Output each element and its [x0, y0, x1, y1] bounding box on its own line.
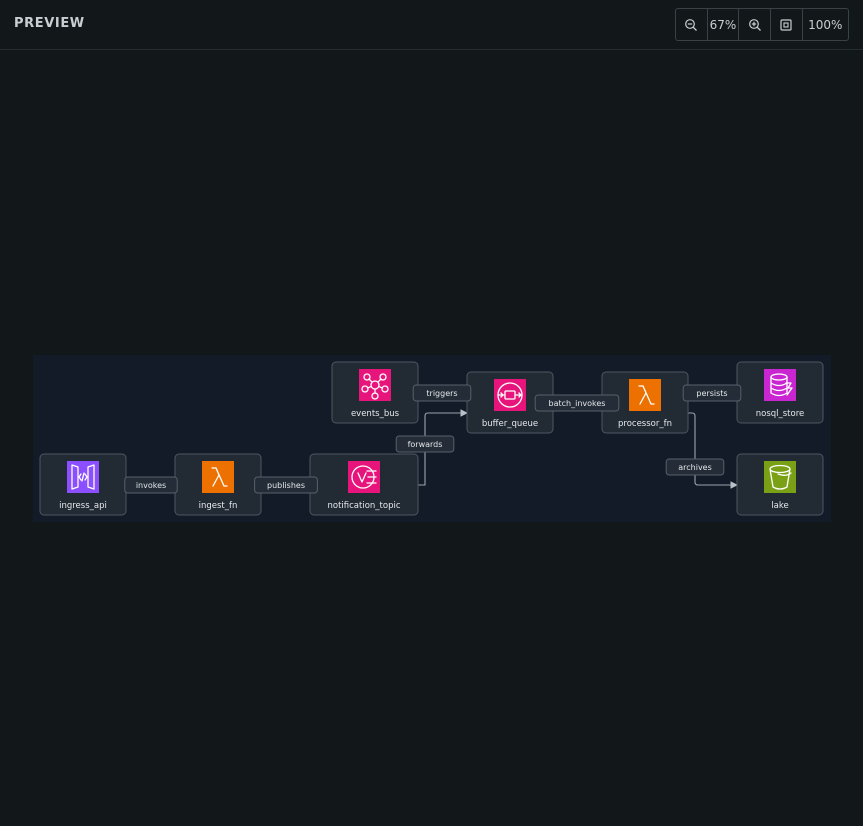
edge-label-text: persists [696, 389, 727, 398]
dynamodb-icon [764, 369, 796, 401]
edge-label-text: publishes [267, 481, 305, 490]
edge-label-text: triggers [426, 389, 457, 398]
edge-label-archives: archives [665, 458, 725, 476]
sqs-queue-icon [494, 379, 526, 411]
node-label: events_bus [351, 409, 400, 419]
fit-view-icon [780, 18, 792, 31]
edge-label-text: forwards [408, 440, 443, 449]
node-ingest_fn[interactable]: ingest_fn [174, 453, 262, 516]
reset-zoom-button[interactable]: 100% [803, 9, 848, 40]
edge-label-batch_invokes: batch_invokes [534, 394, 620, 412]
sns-topic-icon [348, 461, 380, 493]
architecture-diagram: events_bus buffer_queue processor_fn nosql_… [39, 361, 824, 516]
lambda-icon [202, 461, 234, 493]
preview-header: PREVIEW 67% 100% [0, 0, 863, 50]
edge-label-triggers: triggers [412, 384, 472, 402]
edge-label-text: archives [678, 463, 712, 472]
node-label: notification_topic [327, 501, 400, 511]
zoom-out-button[interactable] [676, 9, 708, 40]
lambda-icon [629, 379, 661, 411]
zoom-out-icon [685, 18, 698, 31]
edge-label-invokes: invokes [124, 476, 178, 494]
diagram-canvas: events_bus buffer_queue processor_fn nosql_… [33, 355, 831, 522]
zoom-in-button[interactable] [739, 9, 771, 40]
page-title: PREVIEW [14, 16, 85, 31]
node-label: nosql_store [756, 409, 805, 419]
edge-label-text: invokes [136, 481, 166, 490]
node-notification_topic[interactable]: notification_topic [309, 453, 419, 516]
node-ingress_api[interactable]: ingress_api [39, 453, 127, 516]
edge-label-persists: persists [682, 384, 742, 402]
node-label: ingress_api [59, 501, 107, 511]
eventbridge-icon [359, 369, 391, 401]
node-lake[interactable]: lake [736, 453, 824, 516]
zoom-toolbar: 67% 100% [675, 8, 849, 41]
node-events_bus[interactable]: events_bus [331, 361, 419, 424]
node-label: processor_fn [618, 419, 672, 429]
node-nosql_store[interactable]: nosql_store [736, 361, 824, 424]
zoom-in-icon [748, 18, 761, 31]
node-label: buffer_queue [482, 419, 538, 429]
edge-label-forwards: forwards [395, 435, 455, 453]
edge-label-publishes: publishes [254, 476, 318, 494]
node-label: ingest_fn [199, 501, 238, 511]
api-gateway-icon [67, 461, 99, 493]
edge-label-text: batch_invokes [549, 399, 606, 408]
s3-bucket-icon [764, 461, 796, 493]
node-label: lake [771, 501, 788, 511]
zoom-level: 67% [708, 9, 740, 40]
fit-view-button[interactable] [771, 9, 803, 40]
